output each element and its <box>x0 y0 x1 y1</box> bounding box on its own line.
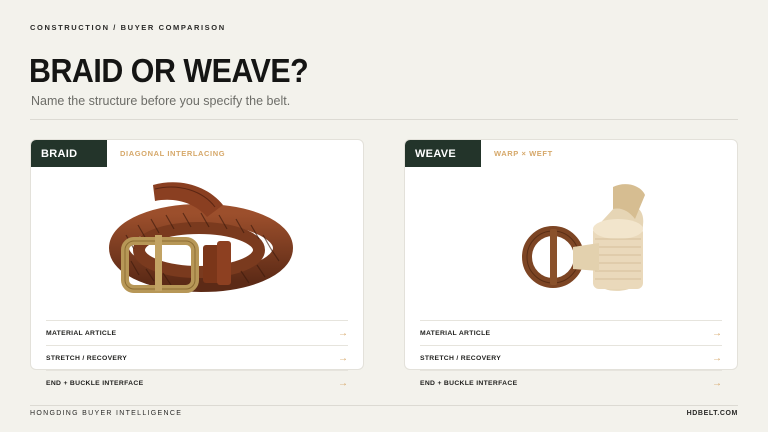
woven-elastic-belt-image <box>522 184 645 291</box>
braid-tag: BRAID <box>31 140 107 167</box>
arrow-right-icon: → <box>338 352 348 364</box>
row-label: STRETCH / RECOVERY <box>420 354 502 362</box>
arrow-right-icon: → <box>338 327 348 339</box>
arrow-right-icon: → <box>712 377 722 389</box>
arrow-right-icon: → <box>338 377 348 389</box>
weave-descriptor: WARP × WEFT <box>494 149 553 158</box>
page-subtitle: Name the structure before you specify th… <box>31 94 291 108</box>
footer-brand: HONGDING BUYER INTELLIGENCE <box>30 410 183 417</box>
braid-card: BRAID DIAGONAL INTERLACING MATERIAL ARTI <box>30 139 364 389</box>
row-label: STRETCH / RECOVERY <box>46 354 128 362</box>
row-label: MATERIAL ARTICLE <box>46 329 117 337</box>
braid-descriptor: DIAGONAL INTERLACING <box>120 149 226 158</box>
braided-leather-belt-image <box>109 182 293 293</box>
braid-spec-list: MATERIAL ARTICLE → STRETCH / RECOVERY → … <box>46 320 348 395</box>
list-item[interactable]: STRETCH / RECOVERY → <box>46 345 348 370</box>
row-label: MATERIAL ARTICLE <box>420 329 491 337</box>
arrow-right-icon: → <box>712 352 722 364</box>
page-title: BRAID OR WEAVE? <box>29 52 309 89</box>
footer-divider <box>30 405 738 406</box>
header-divider <box>30 119 738 120</box>
list-item[interactable]: STRETCH / RECOVERY → <box>420 345 722 370</box>
list-item[interactable]: MATERIAL ARTICLE → <box>420 320 722 345</box>
row-label: END + BUCKLE INTERFACE <box>46 379 144 387</box>
footer-website-link[interactable]: HDBELT.COM <box>687 410 738 417</box>
weave-spec-list: MATERIAL ARTICLE → STRETCH / RECOVERY → … <box>420 320 722 395</box>
list-item[interactable]: MATERIAL ARTICLE → <box>46 320 348 345</box>
list-item[interactable]: END + BUCKLE INTERFACE → <box>46 370 348 395</box>
arrow-right-icon: → <box>712 327 722 339</box>
list-item[interactable]: END + BUCKLE INTERFACE → <box>420 370 722 395</box>
weave-card: WEAVE WARP × WEFT MATERIAL ARTICLE → STR… <box>404 139 738 389</box>
row-label: END + BUCKLE INTERFACE <box>420 379 518 387</box>
eyebrow: CONSTRUCTION / BUYER COMPARISON <box>30 23 226 32</box>
weave-tag: WEAVE <box>405 140 481 167</box>
